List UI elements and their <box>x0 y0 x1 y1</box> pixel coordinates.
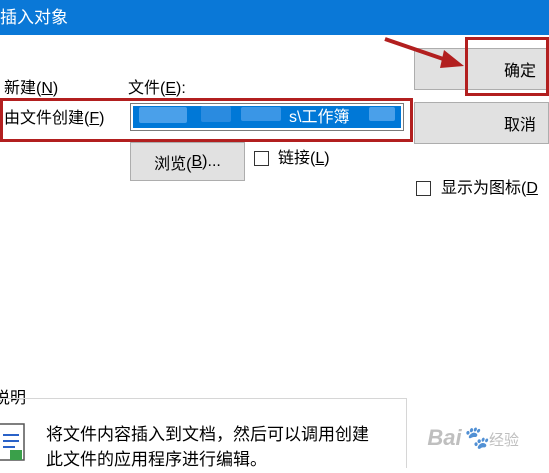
display-as-icon-text: 显示为图标( <box>441 180 527 197</box>
create-from-file-key: F <box>89 110 100 127</box>
create-new-label: 新建( <box>4 80 42 97</box>
display-as-icon-checkbox[interactable] <box>416 181 431 196</box>
paw-icon: 🐾 <box>461 425 489 450</box>
display-as-icon-label: 显示为图标(D <box>441 179 538 199</box>
dialog-title: 插入对象 <box>0 8 68 27</box>
browse-label: 浏览( <box>154 155 192 173</box>
file-path-value: s\工作簿 <box>289 109 350 126</box>
create-from-file-option[interactable]: 由文件创建(F) <box>4 109 104 129</box>
link-label-tail: ) <box>324 150 330 167</box>
watermark-logo: Bai🐾经验 <box>427 425 519 451</box>
title-bar: 插入对象 <box>0 0 549 35</box>
cancel-label: 取消 <box>503 117 536 134</box>
file-label: 文件(E): <box>128 79 186 99</box>
document-icon <box>0 423 25 461</box>
file-label-key: E <box>165 80 177 97</box>
link-checkbox[interactable] <box>254 151 269 166</box>
result-line-1: 将文件内容插入到文档，然后可以调用创建 <box>46 425 369 444</box>
result-line-2: 此文件的应用程序进行编辑。 <box>46 450 267 469</box>
create-new-key: N <box>41 80 53 97</box>
display-as-icon-key: D <box>526 180 538 197</box>
watermark-suffix: 经验 <box>488 432 519 449</box>
create-new-option[interactable]: 新建(N) <box>4 79 58 99</box>
create-new-tail: ) <box>52 80 59 97</box>
file-path-input[interactable]: s\工作簿 <box>130 103 404 131</box>
create-from-file-tail: ) <box>99 110 105 127</box>
browse-tail: )... <box>202 152 221 170</box>
cancel-button[interactable]: 取消 <box>414 102 549 144</box>
file-label-tail: ): <box>176 80 186 97</box>
red-arrow-icon <box>384 37 464 68</box>
ok-label: 确定 <box>503 63 536 80</box>
create-from-file-label: 由文件创建( <box>4 110 90 127</box>
link-label-text: 链接( <box>278 150 316 167</box>
browse-key: B <box>191 152 203 170</box>
watermark-brand: Bai <box>427 425 462 450</box>
file-label-text: 文件( <box>128 80 166 97</box>
browse-button[interactable]: 浏览(B)... <box>130 142 245 181</box>
link-label-key: L <box>315 150 325 167</box>
link-label: 链接(L) <box>278 149 330 169</box>
